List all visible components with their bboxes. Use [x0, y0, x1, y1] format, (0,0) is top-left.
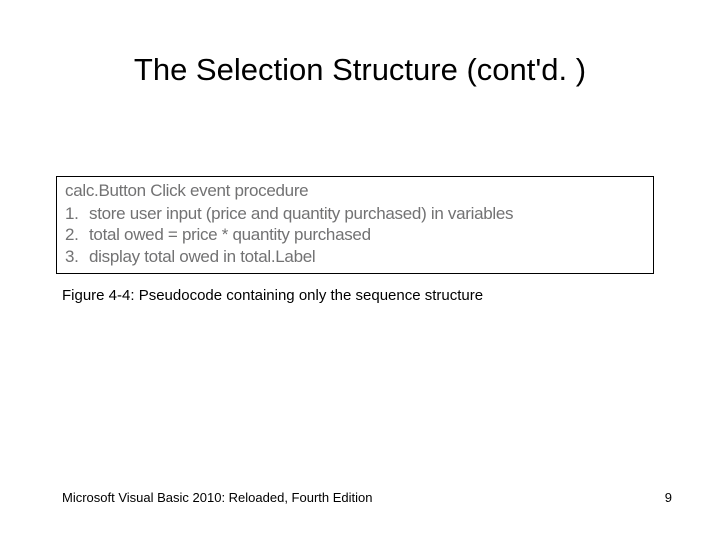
step-text: display total owed in total.Label — [89, 247, 315, 266]
slide: The Selection Structure (cont'd. ) calc.… — [0, 0, 720, 540]
page-title: The Selection Structure (cont'd. ) — [0, 52, 720, 88]
step-text: total owed = price * quantity purchased — [89, 225, 371, 244]
step-number: 3. — [65, 246, 89, 267]
step-number: 2. — [65, 224, 89, 245]
procedure-title: calc.Button Click event procedure — [65, 181, 645, 201]
list-item: 1.store user input (price and quantity p… — [65, 203, 645, 224]
pseudocode-box: calc.Button Click event procedure 1.stor… — [56, 176, 654, 274]
pseudocode-list: 1.store user input (price and quantity p… — [65, 203, 645, 267]
list-item: 2.total owed = price * quantity purchase… — [65, 224, 645, 245]
step-number: 1. — [65, 203, 89, 224]
footer-book-title: Microsoft Visual Basic 2010: Reloaded, F… — [62, 490, 372, 505]
footer-page-number: 9 — [665, 490, 672, 505]
step-text: store user input (price and quantity pur… — [89, 204, 513, 223]
list-item: 3.display total owed in total.Label — [65, 246, 645, 267]
figure-caption: Figure 4-4: Pseudocode containing only t… — [62, 287, 483, 304]
